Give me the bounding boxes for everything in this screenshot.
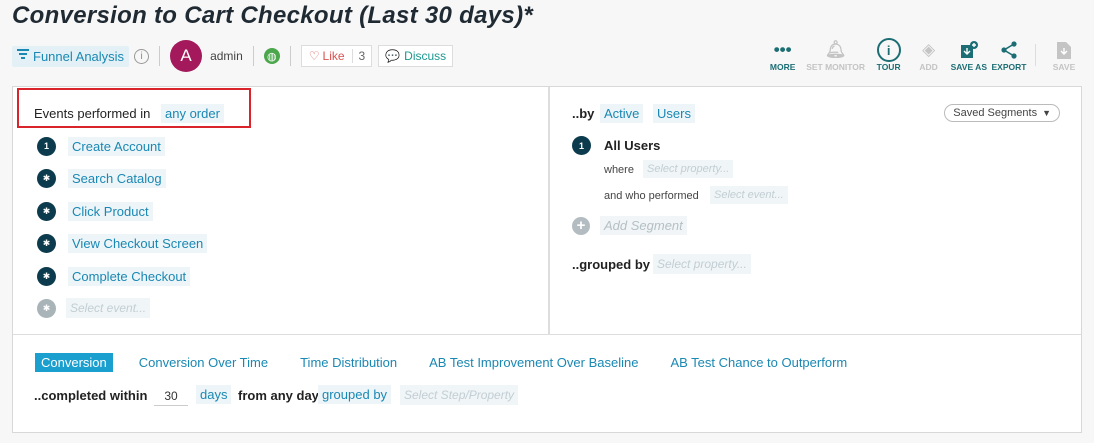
completion-window-input[interactable] xyxy=(154,387,188,406)
chevron-down-icon: ▼ xyxy=(1042,108,1051,118)
avatar[interactable]: A xyxy=(170,40,203,72)
tab-conversion-over-time[interactable]: Conversion Over Time xyxy=(133,353,274,372)
discuss-button[interactable]: 💬 Discuss xyxy=(378,45,454,67)
grouped-by-label: ..grouped by xyxy=(572,257,650,272)
grouped-by-property-input[interactable]: Select property... xyxy=(653,254,751,274)
completed-within-label: ..completed within xyxy=(34,388,148,403)
tour-label: TOUR xyxy=(876,62,901,72)
discuss-label: Discuss xyxy=(404,49,447,63)
funnel-step: ✱ Complete Checkout xyxy=(37,265,191,287)
tab-ab-test-improvement[interactable]: AB Test Improvement Over Baseline xyxy=(423,353,644,372)
globe-icon[interactable]: ◍ xyxy=(263,48,280,64)
tab-time-distribution[interactable]: Time Distribution xyxy=(294,353,403,372)
funnel-step: ✱ View Checkout Screen xyxy=(37,232,208,254)
funnel-step: 1 Create Account xyxy=(37,135,165,157)
user-name: admin xyxy=(210,49,243,63)
add-button[interactable]: ◈ ADD xyxy=(911,38,947,72)
divider xyxy=(13,334,1081,335)
performed-event-input[interactable]: Select event... xyxy=(710,186,788,204)
save-button[interactable]: SAVE xyxy=(1046,38,1082,72)
step-badge: ✱ xyxy=(37,201,56,221)
step-badge: ✱ xyxy=(37,233,56,253)
events-label: Events performed in xyxy=(34,106,151,121)
query-builder-panel: Events performed in any order 1 Create A… xyxy=(12,86,1082,433)
set-monitor-label: SET MONITOR xyxy=(806,62,866,72)
like-button[interactable]: ♡ Like 3 xyxy=(300,45,373,67)
set-monitor-button[interactable]: 🔔︎ SET MONITOR xyxy=(805,38,867,72)
funnel-step: ✱ Search Catalog xyxy=(37,167,166,189)
step-badge: ✱ xyxy=(37,266,56,286)
toolbar: ••• MORE 🔔︎ SET MONITOR i TOUR ◈ ADD SAV… xyxy=(761,38,1082,78)
bell-icon: 🔔︎ xyxy=(824,40,847,59)
step-event[interactable]: View Checkout Screen xyxy=(68,233,208,253)
add-segment-label: Add Segment xyxy=(600,216,687,235)
tab-ab-test-chance[interactable]: AB Test Chance to Outperform xyxy=(664,353,853,372)
saved-segments-dropdown[interactable]: Saved Segments ▼ xyxy=(944,104,1060,122)
where-label: where xyxy=(604,164,634,176)
page-title: Conversion to Cart Checkout (Last 30 day… xyxy=(12,2,534,29)
save-as-button[interactable]: SAVE AS xyxy=(951,38,987,72)
performed-label: and who performed xyxy=(604,190,699,202)
add-icon: ◈ xyxy=(922,40,936,59)
like-label: Like xyxy=(322,49,345,63)
export-label: EXPORT xyxy=(991,62,1027,72)
active-select[interactable]: Active xyxy=(600,104,644,123)
more-label: MORE xyxy=(769,62,796,72)
plus-icon: + xyxy=(572,216,590,235)
divider xyxy=(289,46,291,66)
more-button[interactable]: ••• MORE xyxy=(765,38,801,72)
divider xyxy=(252,46,254,66)
step-event[interactable]: Search Catalog xyxy=(68,168,166,188)
report-type-chip[interactable]: Funnel Analysis xyxy=(12,45,130,67)
tab-conversion[interactable]: Conversion xyxy=(35,353,113,372)
info-icon[interactable]: i xyxy=(134,48,150,64)
saved-segments-label: Saved Segments xyxy=(953,107,1038,119)
add-label: ADD xyxy=(919,62,938,72)
funnel-step-new: ✱ Select event... xyxy=(37,297,151,319)
step-badge: ✱ xyxy=(37,298,56,318)
where-property-input[interactable]: Select property... xyxy=(643,160,734,178)
step-badge: 1 xyxy=(37,136,56,156)
step-event[interactable]: Create Account xyxy=(68,136,165,156)
select-event-input[interactable]: Select event... xyxy=(66,298,151,318)
by-label: ..by xyxy=(572,106,595,121)
tour-icon: i xyxy=(876,38,901,62)
divider xyxy=(159,46,161,66)
add-segment-button[interactable]: + Add Segment xyxy=(572,216,687,235)
step-badge: ✱ xyxy=(37,168,56,188)
divider xyxy=(548,87,550,334)
funnel-step: ✱ Click Product xyxy=(37,200,153,222)
divider xyxy=(1035,44,1036,66)
report-header: Funnel Analysis i A admin ◍ ♡ Like 3 💬 Di… xyxy=(12,38,454,74)
save-as-icon xyxy=(959,38,979,62)
report-type-label: Funnel Analysis xyxy=(33,48,125,64)
step-event[interactable]: Click Product xyxy=(68,201,153,221)
save-label: SAVE xyxy=(1052,62,1076,72)
segment-badge: 1 xyxy=(572,136,591,155)
segment-name: All Users xyxy=(604,138,661,153)
save-icon xyxy=(1056,38,1072,62)
step-property-input[interactable]: Select Step/Property xyxy=(400,385,519,405)
funnel-icon xyxy=(17,49,29,63)
grouped-by-select[interactable]: grouped by xyxy=(318,385,392,404)
from-any-day-label: from any day xyxy=(238,388,319,403)
heart-icon: ♡ xyxy=(308,49,320,63)
step-event[interactable]: Complete Checkout xyxy=(68,266,191,286)
event-order-select[interactable]: any order xyxy=(161,104,224,123)
completion-unit-select[interactable]: days xyxy=(196,385,232,404)
more-icon: ••• xyxy=(773,40,792,59)
export-icon xyxy=(1000,38,1018,62)
tour-button[interactable]: i TOUR xyxy=(871,38,907,72)
export-button[interactable]: EXPORT xyxy=(991,38,1027,72)
like-count: 3 xyxy=(351,49,372,63)
chat-icon: 💬 xyxy=(385,49,401,63)
save-as-label: SAVE AS xyxy=(950,62,987,72)
users-select[interactable]: Users xyxy=(653,104,695,123)
view-tabs: Conversion Conversion Over Time Time Dis… xyxy=(35,353,853,372)
